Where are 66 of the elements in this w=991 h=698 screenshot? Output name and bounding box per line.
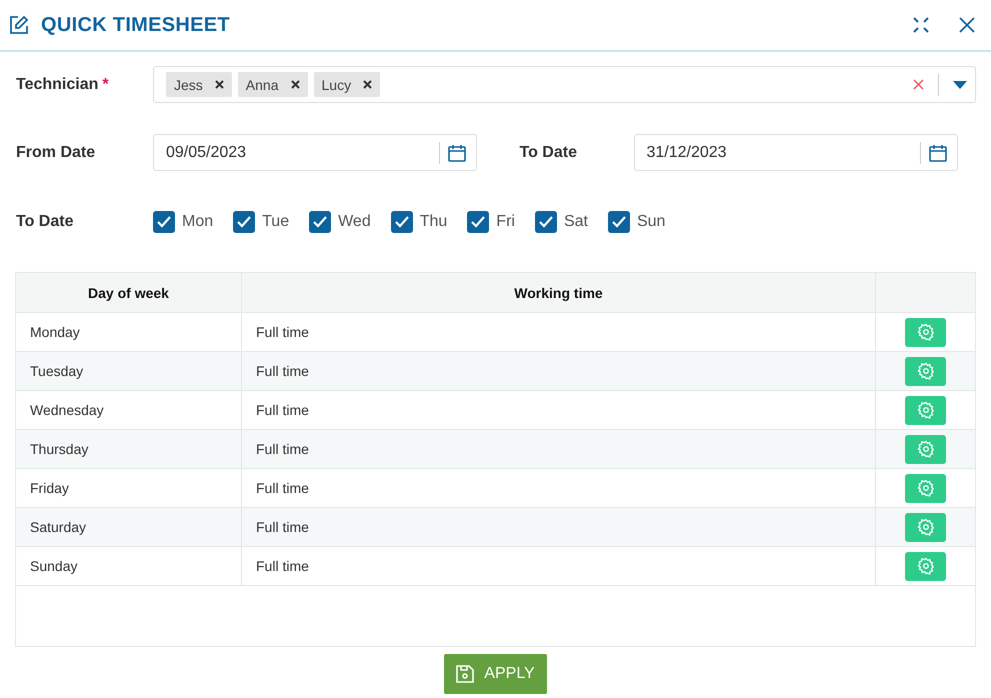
calendar-icon[interactable] <box>448 144 466 162</box>
gear-icon <box>916 557 934 575</box>
technician-select[interactable]: Jess Anna Lucy <box>153 66 976 103</box>
day-label: Thu <box>420 212 448 230</box>
date-field[interactable]: 31/12/2023 <box>634 134 958 171</box>
table-cell: Friday <box>16 469 242 507</box>
day-label: Sun <box>636 212 666 230</box>
day-label: Mon <box>182 212 214 230</box>
table-cell: Tuesday <box>16 352 242 390</box>
table-cell: Full time <box>242 469 876 507</box>
close-icon[interactable] <box>959 17 975 33</box>
checkmark-icon <box>237 216 252 228</box>
gear-icon <box>916 323 934 341</box>
table-cell: Wednesday <box>16 391 242 429</box>
checkmark-icon <box>157 216 171 228</box>
technician-tag: Jess <box>166 72 232 97</box>
gear-icon <box>916 440 934 458</box>
field-label: Technician * <box>15 76 110 94</box>
checkmark-icon <box>313 216 328 228</box>
column-header: Working time <box>242 273 876 312</box>
technician-tag: Anna <box>238 72 308 97</box>
table-cell: Saturday <box>16 508 242 546</box>
remove-tag-button[interactable] <box>363 80 372 89</box>
table-cell: Full time <box>242 352 876 390</box>
day-label: Sat <box>564 212 588 230</box>
field-label: From Date <box>15 144 96 162</box>
gear-icon <box>916 362 934 380</box>
table-cell: Full time <box>242 430 876 468</box>
table-cell: Monday <box>16 313 242 351</box>
checkmark-icon <box>394 216 409 228</box>
day-label: Wed <box>338 212 371 230</box>
edit-icon <box>9 15 29 35</box>
checkbox[interactable] <box>233 210 256 232</box>
checkbox[interactable] <box>534 210 557 232</box>
checkmark-icon <box>612 216 626 228</box>
gear-icon <box>916 518 934 536</box>
calendar-icon[interactable] <box>928 144 946 162</box>
remove-tag-button[interactable] <box>290 80 300 89</box>
day-label: Fri <box>496 212 515 230</box>
table-cell: Full time <box>242 391 876 429</box>
column-header: Day of week <box>16 273 242 312</box>
checkmark-icon <box>471 216 486 228</box>
field-label: To Date <box>15 212 74 230</box>
technician-tag: Lucy <box>314 72 380 97</box>
save-icon <box>456 665 474 683</box>
checkmark-icon <box>538 216 553 228</box>
window-title: QUICK TIMESHEET <box>41 14 231 36</box>
maximize-icon[interactable] <box>913 17 929 33</box>
table-cell: Sunday <box>16 547 242 585</box>
clear-icon[interactable] <box>913 79 924 90</box>
checkbox[interactable] <box>390 210 413 232</box>
checkbox[interactable] <box>467 210 490 232</box>
checkbox[interactable] <box>608 210 630 232</box>
day-label: Tue <box>262 212 290 230</box>
table-cell: Full time <box>242 547 876 585</box>
date-field[interactable]: 09/05/2023 <box>153 134 477 171</box>
field-label: To Date <box>518 144 578 162</box>
gear-icon <box>916 479 934 497</box>
dropdown-caret-icon[interactable] <box>953 80 967 88</box>
table-cell: Full time <box>242 508 876 546</box>
table-cell: Thursday <box>16 430 242 468</box>
table-cell: Full time <box>242 313 876 351</box>
remove-tag-button[interactable] <box>214 80 224 89</box>
checkbox[interactable] <box>309 210 332 232</box>
gear-icon <box>916 401 934 419</box>
checkbox[interactable] <box>153 210 175 232</box>
